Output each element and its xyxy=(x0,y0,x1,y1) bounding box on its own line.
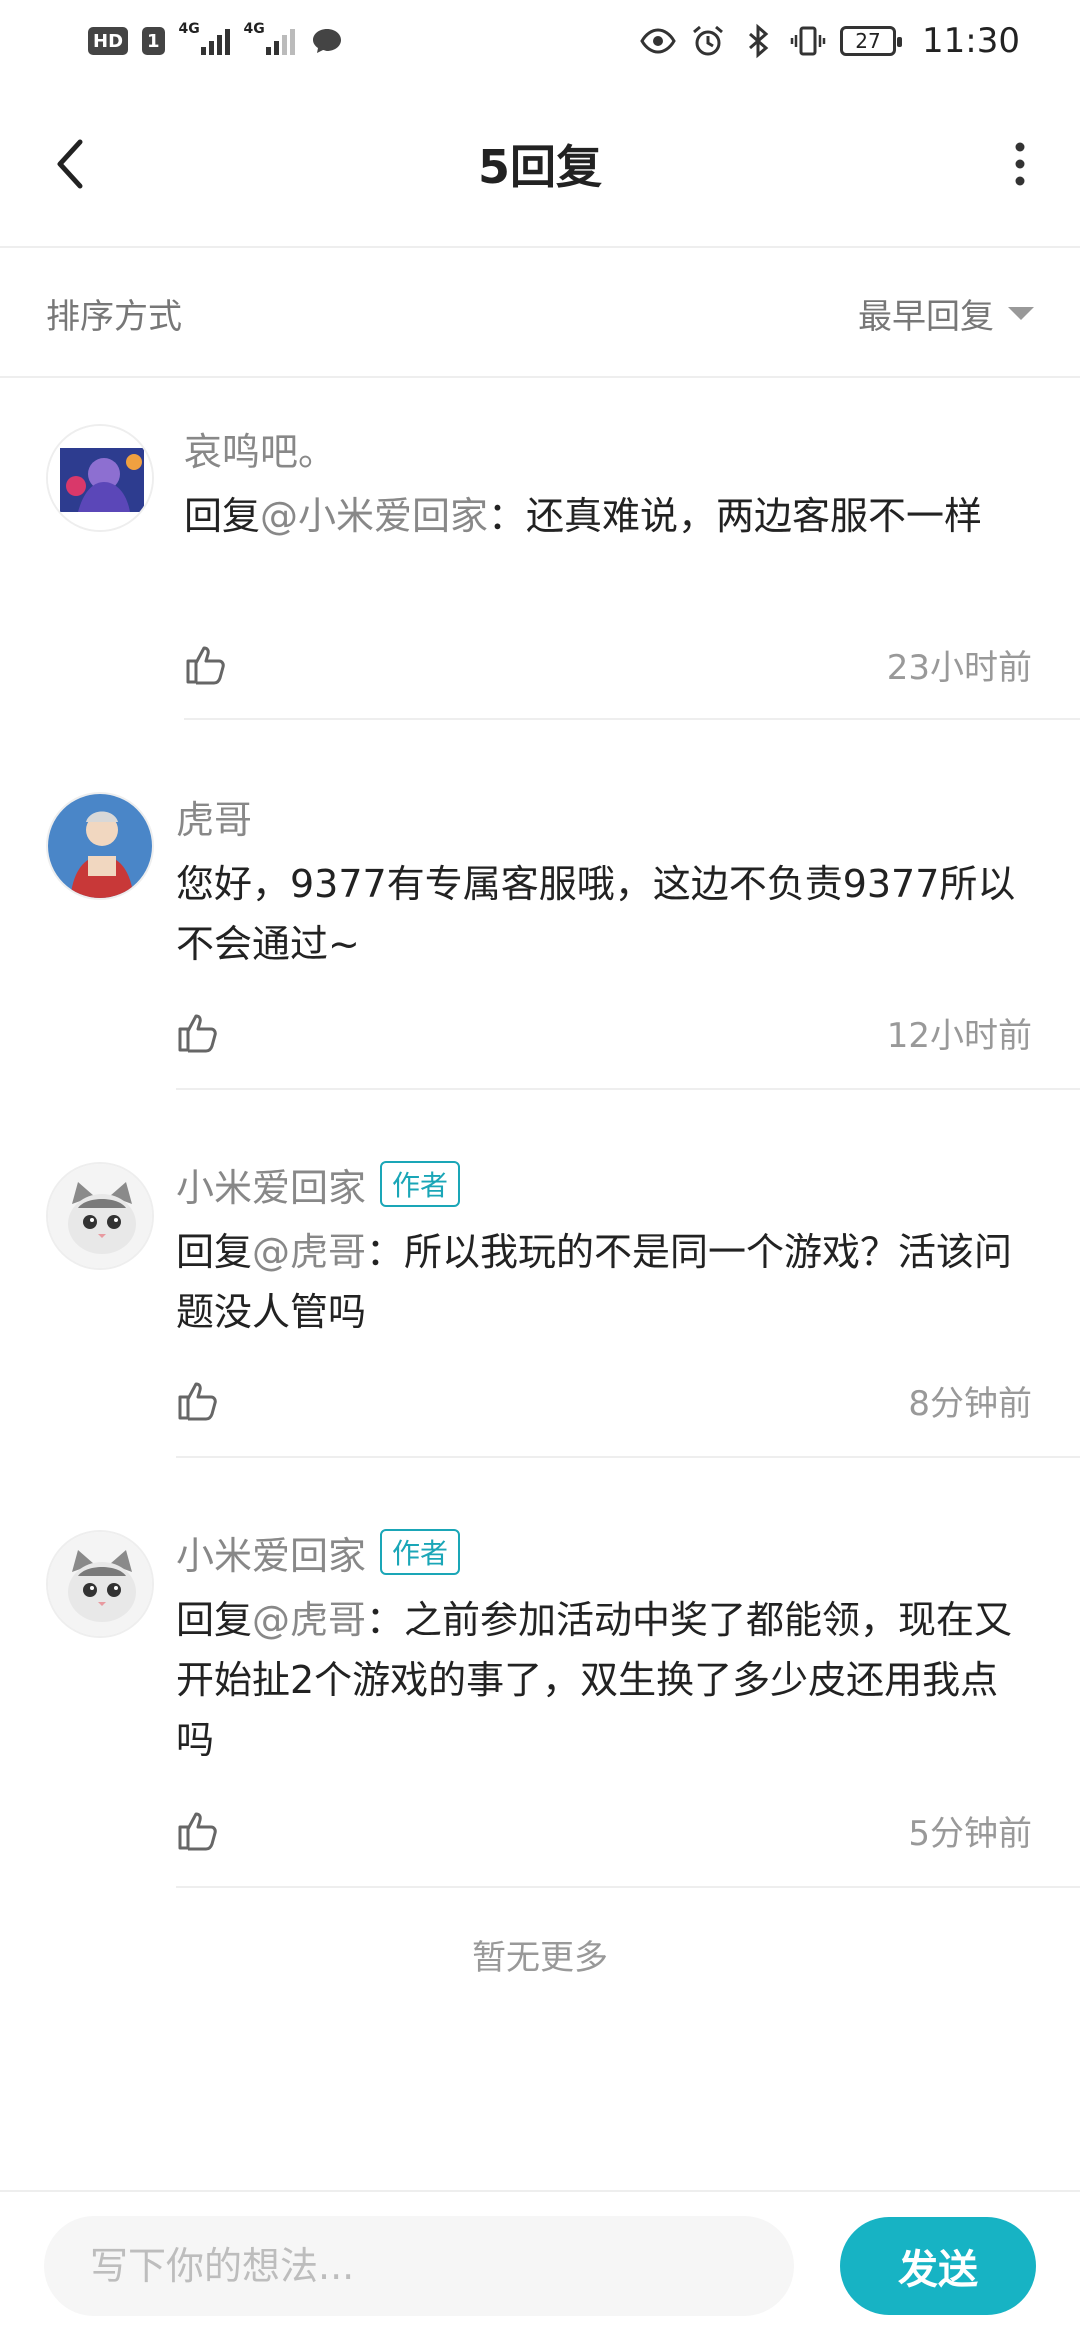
author-name: 小米爱回家 xyxy=(176,1533,367,1578)
thumbs-up-icon[interactable] xyxy=(176,1010,220,1054)
comment-text: 回复@虎哥：之前参加活动中奖了都能领，现在又开始扯2个游戏的事了，双生换了多少皮… xyxy=(176,1590,1032,1770)
thumbs-up-icon[interactable] xyxy=(184,642,228,686)
comment-footer: 8分钟前 xyxy=(176,1370,1032,1430)
comment-time: 12小时前 xyxy=(886,1015,1032,1056)
header: 5回复 xyxy=(0,82,1080,248)
battery-icon: 27 xyxy=(840,26,903,56)
comment-text: 回复@虎哥：所以我玩的不是同一个游戏？活该问题没人管吗 xyxy=(176,1222,1032,1342)
comment-footer: 12小时前 xyxy=(176,1002,1032,1062)
divider xyxy=(176,1088,1080,1090)
divider xyxy=(176,1456,1080,1458)
comment-time: 5分钟前 xyxy=(908,1813,1032,1854)
author-name: 小米爱回家 xyxy=(176,1165,367,1210)
comment-text: 您好，9377有专属客服哦，这边不负责9377所以不会通过~ xyxy=(176,854,1032,974)
alarm-icon xyxy=(693,25,723,56)
comment-body: 虎哥 您好，9377有专属客服哦，这边不负责9377所以不会通过~ xyxy=(176,788,1032,974)
comment-item: 小米爱回家 作者 回复@虎哥：之前参加活动中奖了都能领，现在又开始扯2个游戏的事… xyxy=(0,1524,1080,1894)
signal-icon: 4G xyxy=(179,21,230,55)
reply-prefix: 回复 xyxy=(176,1598,253,1642)
avatar[interactable] xyxy=(46,1162,154,1270)
network-type-label-2: 4G xyxy=(243,21,265,37)
reply-input[interactable] xyxy=(44,2216,794,2316)
cat-avatar-icon xyxy=(48,1164,152,1268)
thumbs-up-icon[interactable] xyxy=(176,1378,220,1422)
comment-footer: 5分钟前 xyxy=(176,1800,1032,1860)
comment-body: 小米爱回家 作者 回复@虎哥：所以我玩的不是同一个游戏？活该问题没人管吗 xyxy=(176,1156,1032,1342)
more-options-button[interactable] xyxy=(990,124,1050,204)
warrior-avatar-icon xyxy=(48,794,152,898)
reply-prefix: 回复 xyxy=(176,1230,253,1274)
comment-time: 8分钟前 xyxy=(908,1383,1032,1424)
author-name: 虎哥 xyxy=(176,797,253,842)
comment-text: 回复@小米爱回家：还真难说，两边客服不一样 xyxy=(184,486,1032,546)
comment-body: 哀鸣吧。 回复@小米爱回家：还真难说，两边客服不一样 xyxy=(184,420,1032,546)
status-bar-right: 27 11:30 xyxy=(640,21,1020,61)
comment-author[interactable]: 虎哥 xyxy=(176,788,1032,844)
back-button[interactable] xyxy=(40,124,100,204)
comment-author[interactable]: 小米爱回家 作者 xyxy=(176,1156,1032,1212)
sim-badge: 1 xyxy=(142,27,165,55)
page-title: 5回复 xyxy=(477,140,602,194)
thumbs-up-icon[interactable] xyxy=(176,1808,220,1852)
comment-composer: 发送 xyxy=(0,2190,1080,2340)
bluetooth-icon xyxy=(749,23,769,59)
status-bar: HD 1 4G 4G 27 11:30 xyxy=(0,0,1080,82)
avatar[interactable] xyxy=(46,424,154,532)
hd-badge: HD xyxy=(88,27,129,55)
comment-item: 虎哥 您好，9377有专属客服哦，这边不负责9377所以不会通过~ 12小时前 xyxy=(0,788,1080,1090)
status-bar-left: HD 1 4G 4G xyxy=(88,21,345,59)
comment-footer: 23小时前 xyxy=(184,634,1032,694)
comment-author[interactable]: 哀鸣吧。 xyxy=(184,420,1032,476)
mention-link[interactable]: @虎哥 xyxy=(252,1598,366,1642)
sort-label: 排序方式 xyxy=(46,296,182,337)
author-badge: 作者 xyxy=(380,1529,461,1575)
send-button[interactable]: 发送 xyxy=(840,2217,1036,2315)
author-badge: 作者 xyxy=(380,1161,461,1207)
vibrate-icon xyxy=(790,26,826,56)
no-more-indicator: 暂无更多 xyxy=(472,1938,608,1978)
sort-bar: 排序方式 最早回复 xyxy=(0,250,1080,378)
avatar[interactable] xyxy=(46,1530,154,1638)
divider xyxy=(184,718,1080,720)
more-vertical-icon xyxy=(1015,142,1025,186)
clock: 11:30 xyxy=(922,21,1020,61)
cat-avatar-icon xyxy=(48,1532,152,1636)
comment-body: 小米爱回家 作者 回复@虎哥：之前参加活动中奖了都能领，现在又开始扯2个游戏的事… xyxy=(176,1524,1032,1770)
chevron-left-icon xyxy=(57,139,83,189)
comment-content: ：还真难说，两边客服不一样 xyxy=(488,494,983,538)
game-character-avatar-icon xyxy=(48,426,152,530)
network-type-label: 4G xyxy=(178,21,200,37)
avatar[interactable] xyxy=(46,792,154,900)
message-icon xyxy=(312,29,341,53)
signal-icon-2: 4G xyxy=(244,21,295,55)
sort-value: 最早回复 xyxy=(858,296,994,337)
battery-level: 27 xyxy=(855,29,881,53)
comment-item: 小米爱回家 作者 回复@虎哥：所以我玩的不是同一个游戏？活该问题没人管吗 8分钟… xyxy=(0,1156,1080,1458)
eye-icon xyxy=(640,28,676,54)
author-name: 哀鸣吧。 xyxy=(184,429,337,474)
comment-author[interactable]: 小米爱回家 作者 xyxy=(176,1524,1032,1580)
divider xyxy=(176,1886,1080,1888)
reply-prefix: 回复 xyxy=(184,494,261,538)
caret-down-icon xyxy=(1008,306,1034,320)
comment-content: 您好，9377有专属客服哦，这边不负责9377所以不会通过~ xyxy=(176,862,1016,966)
comment-time: 23小时前 xyxy=(886,647,1032,688)
comment-item: 哀鸣吧。 回复@小米爱回家：还真难说，两边客服不一样 23小时前 xyxy=(0,420,1080,720)
sort-dropdown[interactable]: 最早回复 xyxy=(858,289,1034,338)
mention-link[interactable]: @虎哥 xyxy=(252,1230,366,1274)
mention-link[interactable]: @小米爱回家 xyxy=(260,494,488,538)
